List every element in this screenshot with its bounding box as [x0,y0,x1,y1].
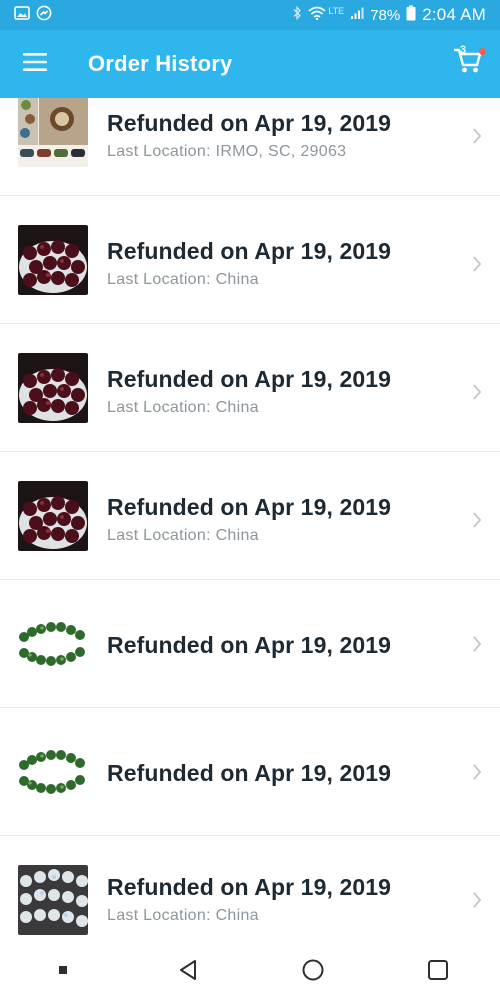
chevron-right-icon [473,512,482,528]
order-row[interactable]: Refunded on Apr 19, 2019 Last Location: … [0,196,500,324]
order-status-title: Refunded on Apr 19, 2019 [107,632,392,658]
order-text: Refunded on Apr 19, 2019 Last Location: … [107,238,391,289]
back-triangle-icon [179,960,196,980]
system-nav-bar [0,940,500,1000]
order-text: Refunded on Apr 19, 2019 [107,760,391,787]
order-row[interactable]: Refunded on Apr 19, 2019 [0,580,500,708]
network-type-label: LTE [328,6,345,16]
status-bar: LTE 78% 2:04 AM [0,0,500,30]
product-thumbnail [18,609,88,679]
order-row[interactable]: Refunded on Apr 19, 2019 Last Location: … [0,324,500,452]
wifi-icon [308,6,326,24]
hamburger-menu-icon [23,52,47,76]
garnet-beads-image [18,481,88,551]
order-text: Refunded on Apr 19, 2019 Last Location: … [107,494,391,545]
menu-button[interactable] [0,30,70,98]
order-last-location: Last Location: China [107,399,259,416]
chevron-right-icon [473,764,482,780]
order-row[interactable]: Refunded on Apr 19, 2019 Last Location: … [0,452,500,580]
product-thumbnail [18,481,88,551]
cart-count-badge: 3 [460,44,467,56]
garnet-beads-image [18,353,88,423]
order-last-location: Last Location: IRMO, SC, 29063 [107,143,347,160]
status-time: 2:04 AM [422,5,486,24]
battery-icon [406,5,416,25]
watch-collage-image [18,98,88,167]
order-status-title: Refunded on Apr 19, 2019 [107,874,392,900]
order-last-location: Last Location: China [107,527,259,544]
order-text: Refunded on Apr 19, 2019 [107,632,391,659]
chevron-right-icon [473,384,482,400]
order-text: Refunded on Apr 19, 2019 Last Location: … [107,366,391,417]
status-left-icons [14,5,52,26]
page-title: Order History [88,51,233,76]
order-status-title: Refunded on Apr 19, 2019 [107,760,392,786]
order-row[interactable]: Refunded on Apr 19, 2019 Last Location: … [0,836,500,940]
cart-button[interactable]: 3 [450,44,486,80]
product-thumbnail [18,865,88,935]
product-thumbnail [18,225,88,295]
product-thumbnail [18,353,88,423]
order-status-title: Refunded on Apr 19, 2019 [107,366,392,392]
moonstone-beads-image [18,865,88,935]
order-row[interactable]: Refunded on Apr 19, 2019 [0,708,500,836]
app-bar: Order History 3 [0,30,500,98]
messenger-notification-icon [36,5,52,26]
signal-icon [350,6,364,24]
order-text: Refunded on Apr 19, 2019 Last Location: … [107,110,391,161]
order-list[interactable]: Refunded on Apr 19, 2019 Last Location: … [0,98,500,940]
green-bead-bracelet-image [18,737,88,807]
nav-dot-button[interactable] [33,940,93,1000]
order-status-title: Refunded on Apr 19, 2019 [107,238,392,264]
gallery-notification-icon [14,5,30,26]
green-bead-bracelet-image [18,609,88,679]
order-text: Refunded on Apr 19, 2019 Last Location: … [107,874,391,925]
chevron-right-icon [473,128,482,144]
order-status-title: Refunded on Apr 19, 2019 [107,494,392,520]
bluetooth-icon [292,5,302,25]
dot-icon [58,966,67,974]
chevron-right-icon [473,256,482,272]
order-last-location: Last Location: China [107,907,259,924]
chevron-right-icon [473,636,482,652]
recents-square-icon [427,960,448,980]
cart-notification-dot [479,48,486,55]
battery-percent: 78% [370,6,401,24]
chevron-right-icon [473,892,482,908]
recents-button[interactable] [408,940,468,1000]
home-circle-icon [302,959,323,981]
garnet-beads-image [18,225,88,295]
order-row[interactable]: Refunded on Apr 19, 2019 Last Location: … [0,98,500,196]
home-button[interactable] [283,940,343,1000]
product-thumbnail [18,737,88,807]
order-last-location: Last Location: China [107,271,259,288]
order-status-title: Refunded on Apr 19, 2019 [107,110,392,136]
status-right-icons: LTE 78% 2:04 AM [292,5,486,25]
product-thumbnail [18,98,88,167]
back-button[interactable] [158,940,218,1000]
